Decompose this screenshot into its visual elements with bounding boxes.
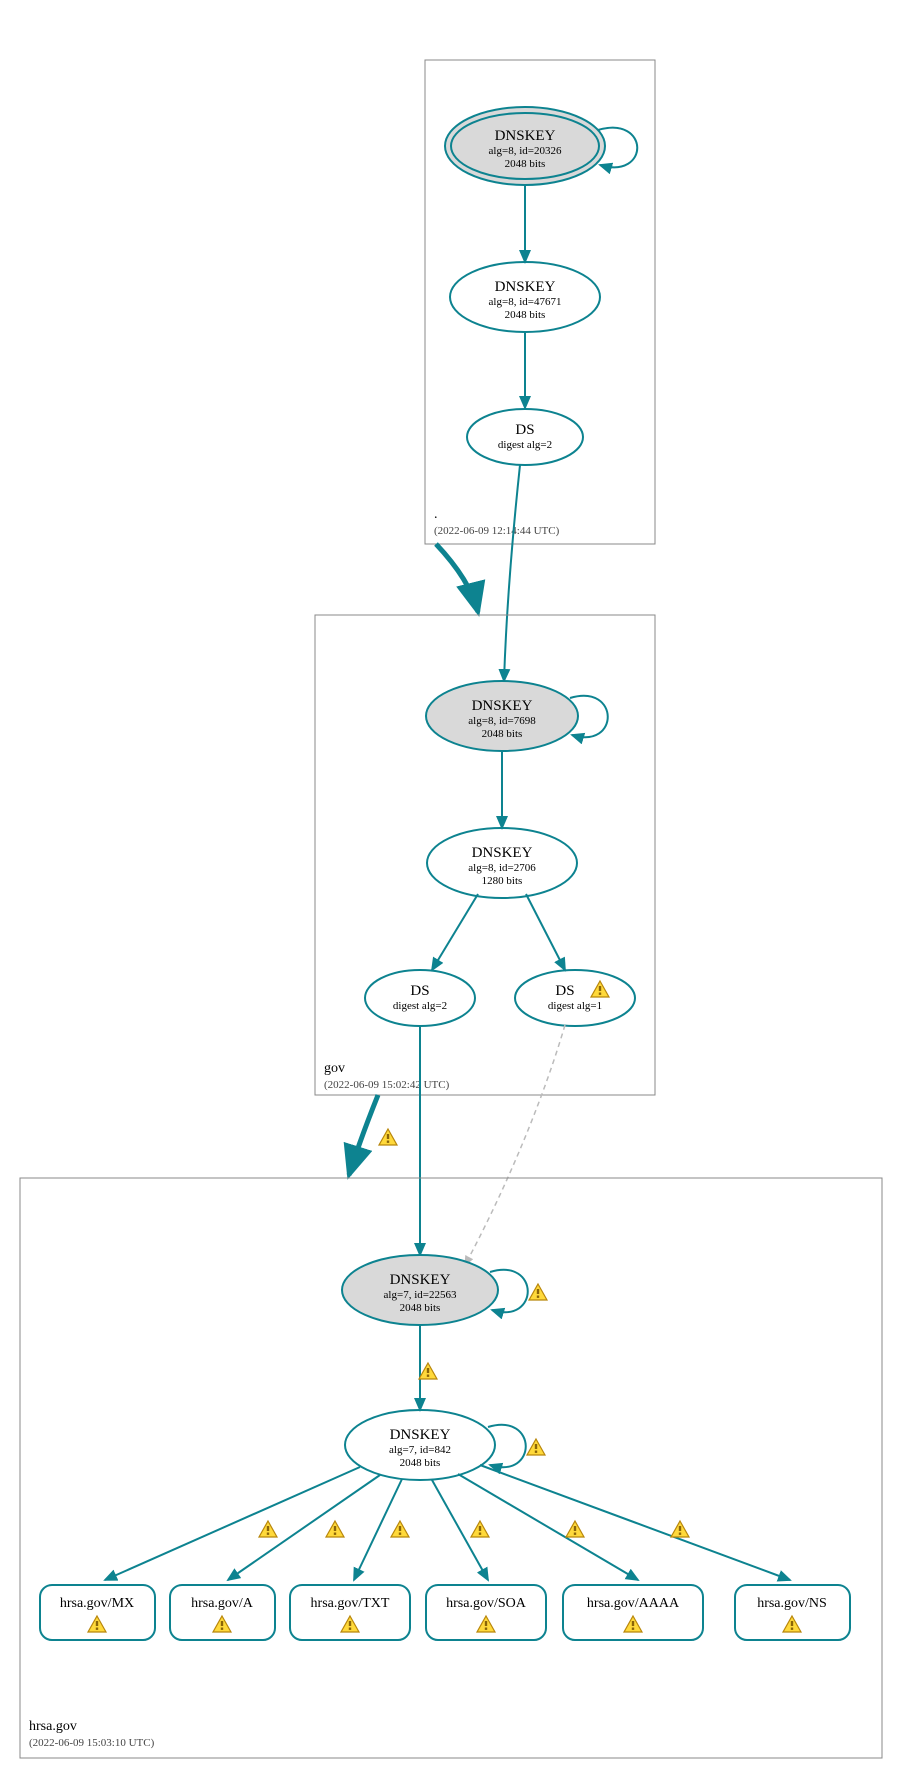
warning-icon bbox=[591, 981, 609, 997]
svg-text:DNSKEY: DNSKEY bbox=[472, 845, 533, 861]
node-root-ksk: DNSKEY alg=8, id=20326 2048 bits bbox=[445, 107, 637, 185]
svg-text:DNSKEY: DNSKEY bbox=[472, 698, 533, 714]
svg-text:DS: DS bbox=[555, 983, 574, 999]
zone-time-gov: (2022-06-09 15:02:42 UTC) bbox=[324, 1079, 450, 1091]
warning-icon bbox=[527, 1439, 545, 1455]
svg-text:2048 bits: 2048 bits bbox=[400, 1457, 441, 1469]
record-aaaa: hrsa.gov/AAAA bbox=[563, 1585, 703, 1640]
svg-text:hrsa.gov/A: hrsa.gov/A bbox=[191, 1596, 254, 1611]
zone-name-root: . bbox=[434, 507, 438, 522]
svg-text:DS: DS bbox=[515, 422, 534, 438]
svg-text:hrsa.gov/NS: hrsa.gov/NS bbox=[757, 1596, 827, 1611]
record-a: hrsa.gov/A bbox=[170, 1585, 275, 1640]
selfloop-hrsa-zsk bbox=[488, 1425, 526, 1467]
svg-text:alg=7, id=22563: alg=7, id=22563 bbox=[384, 1289, 457, 1301]
svg-text:DNSKEY: DNSKEY bbox=[390, 1272, 451, 1288]
svg-text:2048 bits: 2048 bits bbox=[400, 1302, 441, 1314]
edge-root-to-gov-zone bbox=[436, 544, 478, 612]
dnssec-graph: . (2022-06-09 12:14:44 UTC) DNSKEY alg=8… bbox=[0, 0, 900, 1782]
edge-rootds-govksk bbox=[504, 465, 520, 681]
edge-govzsk-ds2 bbox=[526, 894, 565, 970]
svg-text:hrsa.gov/AAAA: hrsa.gov/AAAA bbox=[587, 1596, 680, 1611]
svg-text:alg=8, id=7698: alg=8, id=7698 bbox=[468, 715, 536, 727]
svg-text:alg=8, id=20326: alg=8, id=20326 bbox=[489, 145, 562, 157]
svg-text:2048 bits: 2048 bits bbox=[505, 158, 546, 170]
edge-govzsk-ds1 bbox=[432, 894, 478, 970]
svg-text:1280 bits: 1280 bits bbox=[482, 875, 523, 887]
svg-text:alg=8, id=47671: alg=8, id=47671 bbox=[489, 296, 562, 308]
zone-name-gov: gov bbox=[324, 1061, 345, 1076]
record-mx: hrsa.gov/MX bbox=[40, 1585, 155, 1640]
edge-warns bbox=[259, 1521, 689, 1537]
svg-text:alg=7, id=842: alg=7, id=842 bbox=[389, 1444, 451, 1456]
edges-zsk-records bbox=[105, 1465, 790, 1580]
node-gov-ksk: DNSKEY alg=8, id=7698 2048 bits bbox=[426, 681, 608, 751]
node-root-ds: DS digest alg=2 bbox=[467, 409, 583, 465]
svg-text:hrsa.gov/TXT: hrsa.gov/TXT bbox=[311, 1596, 390, 1611]
svg-text:digest alg=1: digest alg=1 bbox=[548, 1000, 602, 1012]
record-txt: hrsa.gov/TXT bbox=[290, 1585, 410, 1640]
warning-icon bbox=[379, 1129, 397, 1145]
zone-time-hrsa: (2022-06-09 15:03:10 UTC) bbox=[29, 1737, 155, 1749]
node-gov-ds2: DS digest alg=1 bbox=[515, 970, 635, 1026]
svg-text:2048 bits: 2048 bits bbox=[505, 309, 546, 321]
node-hrsa-ksk: DNSKEY alg=7, id=22563 2048 bits bbox=[342, 1255, 547, 1325]
svg-text:hrsa.gov/SOA: hrsa.gov/SOA bbox=[446, 1596, 527, 1611]
zone-time-root: (2022-06-09 12:14:44 UTC) bbox=[434, 525, 560, 537]
warning-icon bbox=[529, 1284, 547, 1300]
node-hrsa-zsk: DNSKEY alg=7, id=842 2048 bits bbox=[345, 1410, 545, 1480]
svg-text:digest alg=2: digest alg=2 bbox=[393, 1000, 447, 1012]
node-gov-ds1: DS digest alg=2 bbox=[365, 970, 475, 1026]
node-gov-zsk: DNSKEY alg=8, id=2706 1280 bits bbox=[427, 828, 577, 898]
svg-text:DNSKEY: DNSKEY bbox=[390, 1427, 451, 1443]
zone-name-hrsa: hrsa.gov bbox=[29, 1719, 77, 1734]
svg-text:DNSKEY: DNSKEY bbox=[495, 279, 556, 295]
svg-text:digest alg=2: digest alg=2 bbox=[498, 439, 552, 451]
svg-text:hrsa.gov/MX: hrsa.gov/MX bbox=[60, 1596, 134, 1611]
record-soa: hrsa.gov/SOA bbox=[426, 1585, 546, 1640]
svg-text:DS: DS bbox=[410, 983, 429, 999]
record-ns: hrsa.gov/NS bbox=[735, 1585, 850, 1640]
warning-icon bbox=[419, 1363, 437, 1379]
edge-gov-to-hrsa-zone bbox=[349, 1095, 378, 1175]
svg-text:alg=8, id=2706: alg=8, id=2706 bbox=[468, 862, 536, 874]
svg-text:DNSKEY: DNSKEY bbox=[495, 128, 556, 144]
edge-govds2-hrsaksk bbox=[465, 1025, 565, 1265]
svg-text:2048 bits: 2048 bits bbox=[482, 728, 523, 740]
node-root-zsk: DNSKEY alg=8, id=47671 2048 bits bbox=[450, 262, 600, 332]
